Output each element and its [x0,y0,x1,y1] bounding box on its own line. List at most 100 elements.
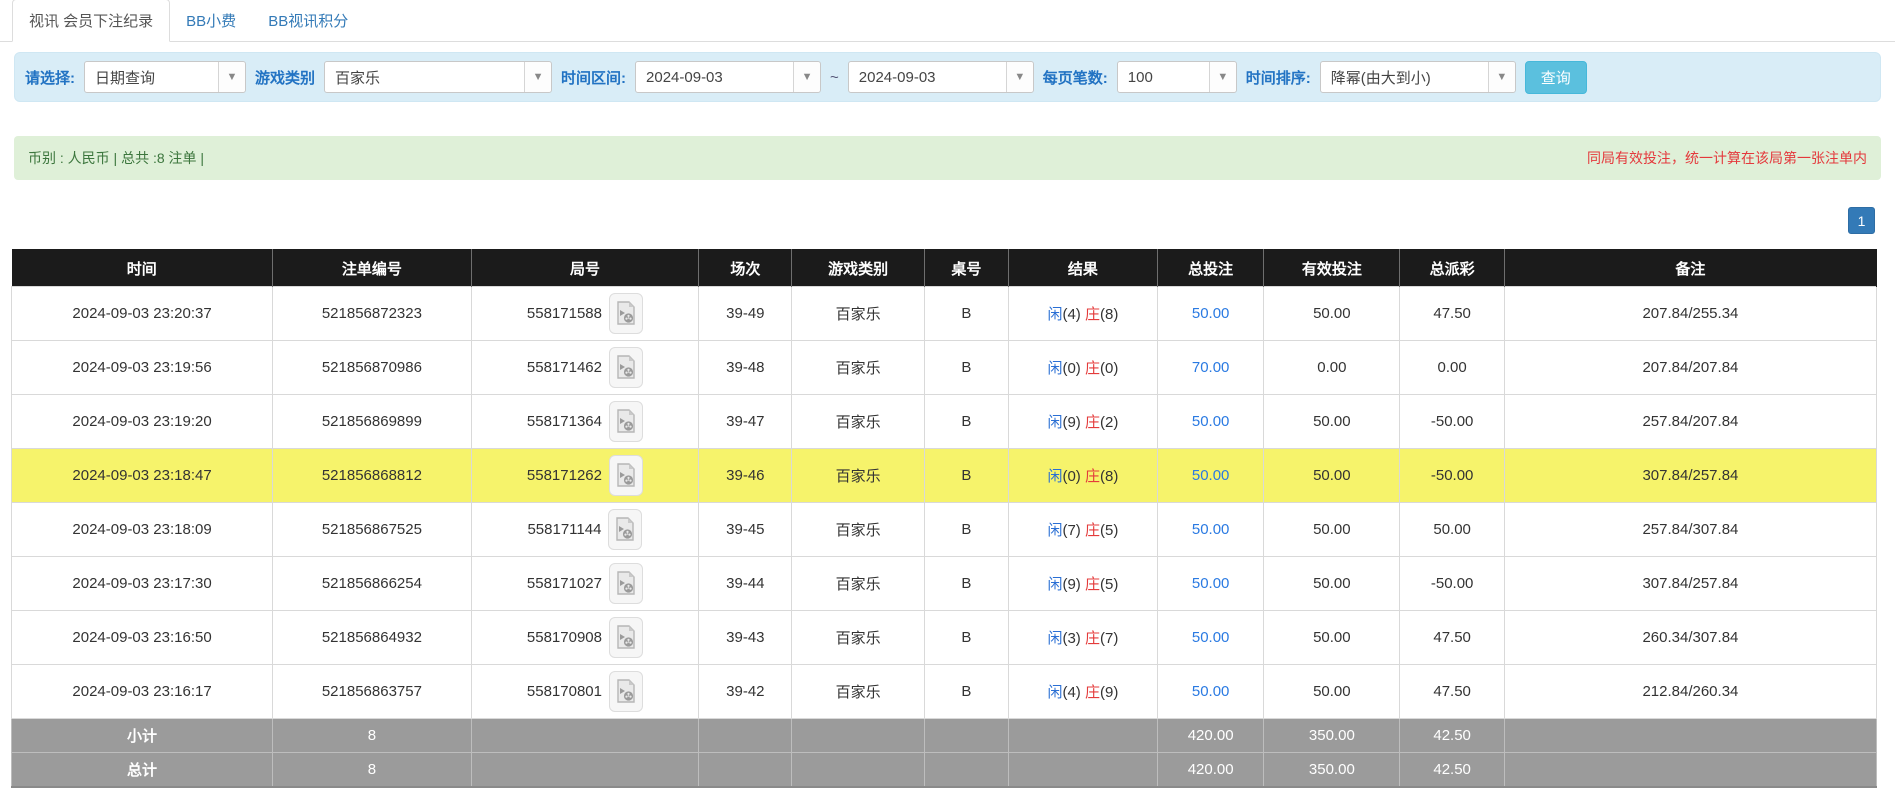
chevron-down-icon[interactable]: ▼ [524,62,551,92]
column-header-5: 桌号 [924,250,1008,287]
round-id-text: 558170908 [527,629,602,646]
tab-bb-tip[interactable]: BB小费 [170,0,252,41]
cell-valid-bet: 50.00 [1264,665,1400,719]
cell-result: 闲(3) 庄(7) [1008,611,1157,665]
query-type-select[interactable]: 日期查询 ▼ [84,61,246,93]
total-empty-cell [471,719,699,753]
total-empty-cell [1008,719,1157,753]
page-size-select[interactable]: 100 ▼ [1117,61,1237,93]
player-score: (4) [1062,684,1080,701]
cell-table-no: B [924,503,1008,557]
total-bet-link[interactable]: 50.00 [1192,629,1230,646]
cell-result: 闲(0) 庄(0) [1008,341,1157,395]
cell-payout: -50.00 [1400,449,1504,503]
player-label: 闲 [1047,468,1062,485]
page-button-1[interactable]: 1 [1848,207,1875,234]
banker-label: 庄 [1085,630,1100,647]
total-bet-link[interactable]: 70.00 [1192,359,1230,376]
total-label: 小计 [12,719,273,753]
cell-round-id: 558170908 [471,611,699,665]
total-bet-link[interactable]: 50.00 [1192,467,1230,484]
table-row: 2024-09-03 23:18:09521856867525558171144… [12,503,1877,557]
chevron-down-icon[interactable]: ▼ [1006,62,1033,92]
query-button[interactable]: 查询 [1525,61,1587,94]
total-bet-link[interactable]: 50.00 [1192,521,1230,538]
player-score: (9) [1062,414,1080,431]
video-replay-button[interactable] [609,455,643,496]
total-bet-link[interactable]: 50.00 [1192,683,1230,700]
video-replay-button[interactable] [609,563,643,604]
cell-note: 260.34/307.84 [1504,611,1876,665]
video-file-icon [616,355,636,380]
cell-result: 闲(4) 庄(9) [1008,665,1157,719]
video-replay-button[interactable] [608,509,642,550]
table-row: 2024-09-03 23:16:50521856864932558170908… [12,611,1877,665]
cell-total-bet: 50.00 [1157,665,1263,719]
player-label: 闲 [1047,360,1062,377]
chevron-down-icon[interactable]: ▼ [1209,62,1236,92]
tab-bb-video-points[interactable]: BB视讯积分 [252,0,364,41]
banker-score: (2) [1100,414,1118,431]
cell-round-id: 558171588 [471,287,699,341]
date-range-separator: ~ [830,69,839,86]
total-bet-link[interactable]: 50.00 [1192,305,1230,322]
cell-payout: 47.50 [1400,287,1504,341]
video-replay-button[interactable] [609,347,643,388]
banker-score: (8) [1100,468,1118,485]
cell-result: 闲(9) 庄(2) [1008,395,1157,449]
cell-time: 2024-09-03 23:16:17 [12,665,273,719]
game-type-select[interactable]: 百家乐 ▼ [324,61,552,93]
round-id-text: 558171027 [527,575,602,592]
cell-valid-bet: 0.00 [1264,341,1400,395]
total-empty-cell [924,719,1008,753]
chevron-down-icon[interactable]: ▼ [218,62,245,92]
time-sort-select[interactable]: 降幂(由大到小) ▼ [1320,61,1516,93]
cell-game-type: 百家乐 [792,611,924,665]
banker-label: 庄 [1085,684,1100,701]
table-header: 时间注单编号局号场次游戏类别桌号结果总投注有效投注总派彩备注 [12,250,1877,287]
cell-game-type: 百家乐 [792,449,924,503]
chevron-down-icon[interactable]: ▼ [793,62,820,92]
cell-valid-bet: 50.00 [1264,611,1400,665]
cell-table-no: B [924,557,1008,611]
date-from-select[interactable]: 2024-09-03 ▼ [635,61,821,93]
cell-total-bet: 50.00 [1157,503,1263,557]
tab-video-bet-records[interactable]: 视讯 会员下注纪录 [12,0,170,42]
date-to-select[interactable]: 2024-09-03 ▼ [848,61,1034,93]
total-bet-link[interactable]: 50.00 [1192,575,1230,592]
video-replay-button[interactable] [609,293,643,334]
video-replay-button[interactable] [609,617,643,658]
cell-bet-id: 521856866254 [273,557,472,611]
video-replay-button[interactable] [609,671,643,712]
banker-label: 庄 [1085,360,1100,377]
table-row: 2024-09-03 23:16:17521856863757558170801… [12,665,1877,719]
cell-result: 闲(9) 庄(5) [1008,557,1157,611]
cell-game-type: 百家乐 [792,395,924,449]
cell-time: 2024-09-03 23:17:30 [12,557,273,611]
grand-total-row: 总计8420.00350.0042.50 [12,753,1877,787]
column-header-0: 时间 [12,250,273,287]
cell-round-id: 558171462 [471,341,699,395]
cell-note: 212.84/260.34 [1504,665,1876,719]
cell-total-bet: 50.00 [1157,395,1263,449]
player-label: 闲 [1047,684,1062,701]
chevron-down-icon[interactable]: ▼ [1488,62,1515,92]
column-header-8: 有效投注 [1264,250,1400,287]
table-row: 2024-09-03 23:17:30521856866254 558171027… [12,557,1877,611]
total-count: 8 [273,753,472,787]
date-from-value: 2024-09-03 [636,62,793,92]
cell-result: 闲(7) 庄(5) [1008,503,1157,557]
total-bet-sum: 420.00 [1157,719,1263,753]
cell-game-type: 百家乐 [792,557,924,611]
cell-session: 39-47 [699,395,792,449]
cell-bet-id: 521856864932 [273,611,472,665]
player-label: 闲 [1047,630,1062,647]
video-replay-button[interactable] [609,401,643,442]
cell-time: 2024-09-03 23:20:37 [12,287,273,341]
video-file-icon [616,463,636,488]
cell-total-bet: 70.00 [1157,341,1263,395]
cell-note: 257.84/307.84 [1504,503,1876,557]
time-sort-value: 降幂(由大到小) [1321,62,1488,92]
total-bet-link[interactable]: 50.00 [1192,413,1230,430]
cell-session: 39-46 [699,449,792,503]
